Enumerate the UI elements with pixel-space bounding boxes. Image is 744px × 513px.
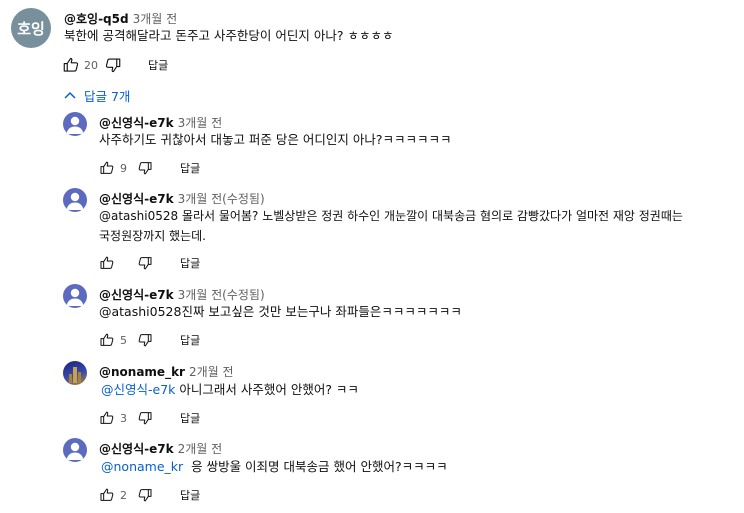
avatar[interactable]	[63, 284, 87, 308]
comment-time[interactable]: 3개월 전(수정됨)	[178, 288, 265, 302]
comment-author[interactable]: @호잉-q5d	[64, 12, 129, 26]
avatar-initials: 호잉	[17, 19, 45, 38]
comment-actions: 5 답글	[96, 329, 200, 351]
comment-actions: 2 답글	[96, 484, 200, 506]
comment-text: @atashi0528진짜 보고싶은 것만 보는구나 좌파들은ㅋㅋㅋㅋㅋㅋㅋ	[99, 304, 462, 319]
thumb-up-icon	[62, 56, 80, 74]
replies-toggle[interactable]: 답글 7개	[64, 84, 130, 106]
comment-header: @신영식-e7k 3개월 전(수정됨)	[99, 286, 265, 303]
comment-text: @신영식-e7k 아니그래서 사주했어 안했어? ㅋㅋ	[101, 380, 359, 400]
reply-button[interactable]: 답글	[180, 487, 200, 503]
like-count: 20	[84, 58, 98, 72]
reply-button[interactable]: 답글	[180, 160, 200, 176]
like-button[interactable]	[96, 484, 118, 506]
comment-text-body: 아니그래서 사주했어 안했어? ㅋㅋ	[175, 382, 359, 397]
reply-button[interactable]: 답글	[148, 57, 168, 73]
like-button[interactable]	[60, 54, 82, 76]
comment-author[interactable]: @신영식-e7k	[99, 116, 174, 130]
comment-header: @신영식-e7k 3개월 전	[99, 114, 222, 131]
comment-text-line: @atashi0528 몰라서 물어봄? 노벨상받은 정권 하수인 개눈깔이 대…	[99, 209, 683, 223]
comment-actions: 답글	[96, 252, 200, 274]
dislike-button[interactable]	[134, 329, 156, 351]
reply-button[interactable]: 답글	[180, 332, 200, 348]
comment-time[interactable]: 3개월 전	[178, 116, 223, 130]
chevron-up-icon	[64, 91, 76, 99]
comment-text: @noname_kr 응 쌍방울 이죄명 대북송금 했어 안했어?ㅋㅋㅋㅋ	[101, 457, 448, 477]
comment-author[interactable]: @noname_kr	[99, 365, 185, 379]
thumb-down-icon	[104, 56, 122, 74]
dislike-button[interactable]	[134, 484, 156, 506]
dislike-button[interactable]	[102, 54, 124, 76]
comment-actions: 20 답글	[60, 54, 168, 76]
thumb-down-icon	[137, 255, 153, 271]
profile-photo-icon	[69, 367, 81, 383]
dislike-button[interactable]	[134, 157, 156, 179]
comment-text: 북한에 공격해달라고 돈주고 사주한당이 어딘지 아나? ㅎㅎㅎㅎ	[64, 28, 394, 43]
thumb-up-icon	[99, 255, 115, 271]
comment-text-line: 국정원장까지 했는데.	[99, 229, 206, 243]
comment-text: 사주하기도 귀찮아서 대놓고 퍼준 당은 어디인지 아나?ㅋㅋㅋㅋㅋㅋ	[99, 132, 452, 147]
comment-header: @noname_kr 2개월 전	[99, 363, 234, 380]
thumb-down-icon	[137, 410, 153, 426]
comment-header: @신영식-e7k 3개월 전(수정됨)	[99, 190, 265, 207]
like-button[interactable]	[96, 329, 118, 351]
default-avatar-icon	[63, 188, 87, 212]
like-count: 9	[120, 161, 127, 175]
comment-header: @호잉-q5d 3개월 전	[64, 10, 177, 27]
avatar[interactable]	[63, 112, 87, 136]
comment-time[interactable]: 3개월 전(수정됨)	[178, 192, 265, 206]
avatar[interactable]	[63, 188, 87, 212]
comment-actions: 3 답글	[96, 407, 200, 429]
mention-link[interactable]: @noname_kr	[101, 459, 183, 474]
mention-link[interactable]: @신영식-e7k	[101, 382, 175, 397]
dislike-button[interactable]	[134, 407, 156, 429]
thumb-up-icon	[99, 410, 115, 426]
dislike-button[interactable]	[134, 252, 156, 274]
like-count: 5	[120, 333, 127, 347]
comment-actions: 9 답글	[96, 157, 200, 179]
like-count: 2	[120, 488, 127, 502]
comment-time[interactable]: 2개월 전	[178, 442, 223, 456]
comment-header: @신영식-e7k 2개월 전	[99, 440, 222, 457]
like-count: 3	[120, 411, 127, 425]
comment-text-body: 응 쌍방울 이죄명 대북송금 했어 안했어?ㅋㅋㅋㅋ	[183, 459, 448, 474]
default-avatar-icon	[63, 438, 87, 462]
avatar[interactable]	[63, 361, 87, 385]
like-button[interactable]	[96, 157, 118, 179]
like-button[interactable]	[96, 407, 118, 429]
avatar[interactable]	[63, 438, 87, 462]
like-button[interactable]	[96, 252, 118, 274]
thumb-down-icon	[137, 332, 153, 348]
avatar[interactable]: 호잉	[11, 8, 51, 48]
thumb-up-icon	[99, 332, 115, 348]
replies-toggle-label: 답글 7개	[84, 88, 131, 104]
comment-time[interactable]: 2개월 전	[189, 365, 234, 379]
comment-time[interactable]: 3개월 전	[133, 12, 178, 26]
default-avatar-icon	[63, 284, 87, 308]
comment-author[interactable]: @신영식-e7k	[99, 442, 174, 456]
comment-author[interactable]: @신영식-e7k	[99, 192, 174, 206]
reply-button[interactable]: 답글	[180, 255, 200, 271]
default-avatar-icon	[63, 112, 87, 136]
thumb-up-icon	[99, 160, 115, 176]
thumb-up-icon	[99, 487, 115, 503]
thumb-down-icon	[137, 160, 153, 176]
comment-author[interactable]: @신영식-e7k	[99, 288, 174, 302]
thumb-down-icon	[137, 487, 153, 503]
reply-button[interactable]: 답글	[180, 410, 200, 426]
